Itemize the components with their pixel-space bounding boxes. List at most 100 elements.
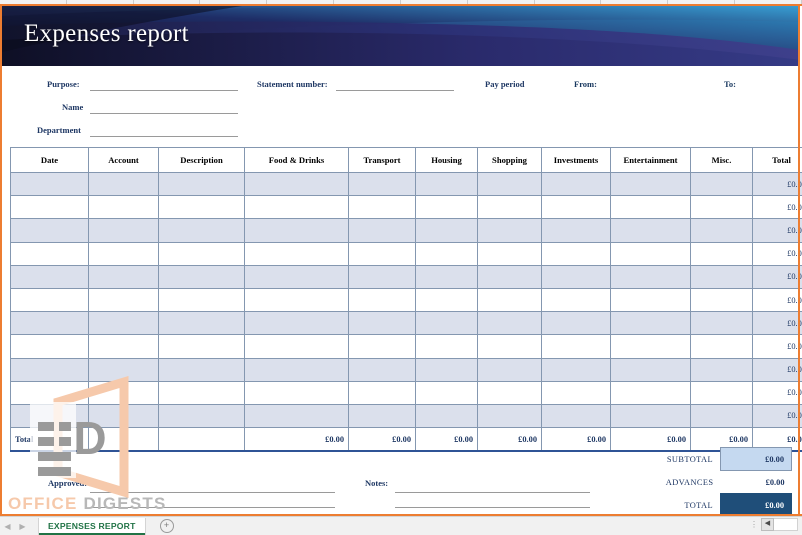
table-cell[interactable]	[542, 404, 611, 427]
table-cell[interactable]	[159, 288, 245, 311]
table-cell[interactable]	[89, 404, 159, 427]
table-cell[interactable]	[542, 335, 611, 358]
table-cell[interactable]	[11, 381, 89, 404]
table-cell[interactable]	[159, 196, 245, 219]
table-cell[interactable]	[245, 312, 349, 335]
total-row-label[interactable]: Total	[11, 428, 89, 452]
table-cell[interactable]	[416, 358, 478, 381]
table-cell[interactable]: £0.00	[753, 173, 802, 196]
col-header-transport[interactable]: Transport	[349, 148, 416, 173]
table-cell[interactable]	[691, 196, 753, 219]
table-cell[interactable]	[611, 242, 691, 265]
total-row-cell[interactable]	[159, 428, 245, 452]
table-cell[interactable]	[691, 404, 753, 427]
table-cell[interactable]	[478, 381, 542, 404]
add-sheet-icon[interactable]: +	[160, 519, 174, 533]
table-cell[interactable]	[159, 173, 245, 196]
table-cell[interactable]	[611, 404, 691, 427]
col-header-account[interactable]: Account	[89, 148, 159, 173]
table-cell[interactable]	[349, 173, 416, 196]
table-cell[interactable]	[478, 312, 542, 335]
table-cell[interactable]	[89, 173, 159, 196]
table-cell[interactable]	[245, 242, 349, 265]
table-cell[interactable]	[691, 288, 753, 311]
table-cell[interactable]	[478, 196, 542, 219]
table-cell[interactable]	[245, 358, 349, 381]
table-cell[interactable]	[542, 265, 611, 288]
total-row-cell[interactable]: £0.00	[416, 428, 478, 452]
col-header-shopping[interactable]: Shopping	[478, 148, 542, 173]
department-input[interactable]	[90, 136, 238, 137]
table-cell[interactable]: £0.00	[753, 335, 802, 358]
table-cell[interactable]	[478, 288, 542, 311]
table-cell[interactable]	[89, 288, 159, 311]
table-cell[interactable]	[416, 242, 478, 265]
subtotal-value[interactable]: £0.00	[721, 448, 792, 471]
table-cell[interactable]	[416, 381, 478, 404]
table-cell[interactable]	[691, 312, 753, 335]
table-cell[interactable]	[159, 219, 245, 242]
table-cell[interactable]	[245, 404, 349, 427]
table-cell[interactable]	[245, 335, 349, 358]
table-cell[interactable]	[542, 242, 611, 265]
table-cell[interactable]	[542, 219, 611, 242]
statement-number-input[interactable]	[336, 90, 454, 91]
table-cell[interactable]: £0.00	[753, 404, 802, 427]
approved-input[interactable]	[90, 492, 335, 493]
table-cell[interactable]	[478, 335, 542, 358]
table-cell[interactable]	[416, 404, 478, 427]
name-input[interactable]	[90, 113, 238, 114]
table-cell[interactable]	[245, 265, 349, 288]
table-cell[interactable]	[542, 196, 611, 219]
table-cell[interactable]	[691, 381, 753, 404]
table-cell[interactable]	[611, 196, 691, 219]
col-header-food-drinks[interactable]: Food & Drinks	[245, 148, 349, 173]
col-header-date[interactable]: Date	[11, 148, 89, 173]
table-cell[interactable]	[691, 242, 753, 265]
table-cell[interactable]	[611, 219, 691, 242]
scrollbar-track[interactable]	[774, 518, 798, 531]
table-cell[interactable]	[416, 173, 478, 196]
table-cell[interactable]	[11, 312, 89, 335]
table-cell[interactable]	[159, 312, 245, 335]
table-cell[interactable]	[478, 173, 542, 196]
col-header-housing[interactable]: Housing	[416, 148, 478, 173]
table-cell[interactable]	[349, 196, 416, 219]
table-cell[interactable]	[89, 196, 159, 219]
table-cell[interactable]	[89, 381, 159, 404]
table-cell[interactable]	[159, 381, 245, 404]
purpose-input[interactable]	[90, 90, 238, 91]
table-cell[interactable]	[11, 196, 89, 219]
table-cell[interactable]	[159, 335, 245, 358]
table-cell[interactable]: £0.00	[753, 381, 802, 404]
table-cell[interactable]	[349, 288, 416, 311]
col-header-misc[interactable]: Misc.	[691, 148, 753, 173]
table-cell[interactable]	[611, 265, 691, 288]
table-cell[interactable]: £0.00	[753, 242, 802, 265]
table-cell[interactable]	[245, 173, 349, 196]
table-cell[interactable]	[11, 173, 89, 196]
table-cell[interactable]: £0.00	[753, 358, 802, 381]
table-cell[interactable]	[159, 242, 245, 265]
col-header-description[interactable]: Description	[159, 148, 245, 173]
table-cell[interactable]	[245, 288, 349, 311]
table-cell[interactable]	[11, 288, 89, 311]
table-cell[interactable]	[416, 196, 478, 219]
table-cell[interactable]	[245, 219, 349, 242]
table-cell[interactable]: £0.00	[753, 312, 802, 335]
table-cell[interactable]	[416, 288, 478, 311]
scrollbar-grip-icon[interactable]: ⋮	[750, 520, 758, 529]
notes-input-line-1[interactable]	[395, 492, 590, 493]
total-row-cell[interactable]: £0.00	[245, 428, 349, 452]
table-cell[interactable]	[245, 196, 349, 219]
table-cell[interactable]	[159, 358, 245, 381]
table-cell[interactable]	[349, 242, 416, 265]
table-cell[interactable]	[478, 219, 542, 242]
total-row-cell[interactable]: £0.00	[349, 428, 416, 452]
table-cell[interactable]	[349, 404, 416, 427]
table-cell[interactable]	[89, 312, 159, 335]
table-cell[interactable]	[349, 381, 416, 404]
table-cell[interactable]: £0.00	[753, 219, 802, 242]
notes-input-line-2[interactable]	[395, 507, 590, 508]
table-cell[interactable]	[159, 404, 245, 427]
